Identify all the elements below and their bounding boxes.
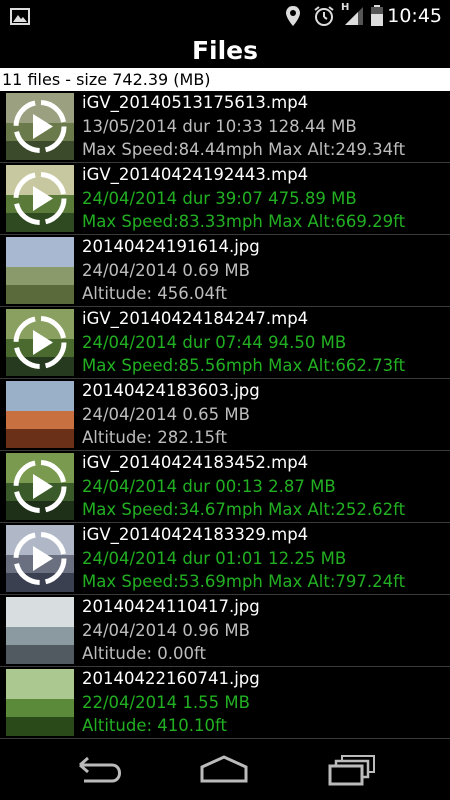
file-date-size: 24/04/2014 0.96 MB xyxy=(82,621,250,640)
file-stats: Max Speed:34.67mph Max Alt:252.62ft xyxy=(82,500,406,519)
signal-icon xyxy=(345,7,363,25)
clock: 10:45 xyxy=(387,5,442,27)
file-list-item[interactable]: iGV_20140424192443.mp4 24/04/2014 dur 39:… xyxy=(0,163,450,235)
file-date-size: 24/04/2014 dur 01:01 12.25 MB xyxy=(82,549,347,568)
file-date-size: 24/04/2014 0.65 MB xyxy=(82,405,250,424)
file-list-item[interactable]: 20140424110417.jpg 24/04/2014 0.96 MB Alti… xyxy=(0,595,450,667)
file-name: 20140424183603.jpg xyxy=(82,381,260,400)
file-date-size: 24/04/2014 dur 00:13 2.87 MB xyxy=(82,477,336,496)
navigation-bar xyxy=(0,739,450,800)
file-date-size: 22/04/2014 1.55 MB xyxy=(82,693,250,712)
status-bar: H 10:45 xyxy=(0,0,450,33)
photo-thumbnail xyxy=(6,597,74,664)
file-stats: Altitude: 410.10ft xyxy=(82,716,228,735)
play-icon xyxy=(13,316,67,369)
photo-thumbnail xyxy=(6,381,74,448)
play-icon xyxy=(13,172,67,225)
file-name: 20140424191614.jpg xyxy=(82,237,260,256)
file-list-item[interactable]: 20140422160741.jpg 22/04/2014 1.55 MB Alti… xyxy=(0,667,450,739)
photo-thumbnail xyxy=(6,669,74,736)
video-thumbnail xyxy=(6,453,74,520)
file-list-item[interactable]: iGV_20140424183452.mp4 24/04/2014 dur 00:… xyxy=(0,451,450,523)
file-date-size: 24/04/2014 dur 39:07 475.89 MB xyxy=(82,189,357,208)
files-summary: 11 files - size 742.39 (MB) xyxy=(0,68,450,91)
file-name: iGV_20140424184247.mp4 xyxy=(82,309,309,328)
file-list-item[interactable]: iGV_20140513175613.mp4 13/05/2014 dur 10:… xyxy=(0,91,450,163)
file-list[interactable]: iGV_20140513175613.mp4 13/05/2014 dur 10:… xyxy=(0,91,450,739)
recent-apps-icon[interactable] xyxy=(322,753,382,787)
file-name: iGV_20140424183329.mp4 xyxy=(82,525,309,544)
video-thumbnail xyxy=(6,93,74,160)
file-stats: Altitude: 0.00ft xyxy=(82,644,207,663)
file-stats: Max Speed:84.44mph Max Alt:249.34ft xyxy=(82,140,406,159)
file-list-item[interactable]: iGV_20140424184247.mp4 24/04/2014 dur 07:… xyxy=(0,307,450,379)
photo-thumbnail xyxy=(6,237,74,304)
battery-icon xyxy=(371,5,383,26)
page-title: Files xyxy=(191,36,259,65)
file-date-size: 24/04/2014 0.69 MB xyxy=(82,261,250,280)
file-date-size: 13/05/2014 dur 10:33 128.44 MB xyxy=(82,117,357,136)
file-stats: Max Speed:53.69mph Max Alt:797.24ft xyxy=(82,572,406,591)
file-list-item[interactable]: 20140424191614.jpg 24/04/2014 0.69 MB Alti… xyxy=(0,235,450,307)
app-title-bar: Files xyxy=(0,33,450,68)
file-stats: Max Speed:83.33mph Max Alt:669.29ft xyxy=(82,212,406,231)
play-icon xyxy=(13,532,67,585)
file-name: iGV_20140513175613.mp4 xyxy=(82,93,309,112)
image-notification-icon xyxy=(10,8,30,25)
play-icon xyxy=(13,100,67,153)
home-icon[interactable] xyxy=(194,753,254,787)
file-list-item[interactable]: 20140424183603.jpg 24/04/2014 0.65 MB Alti… xyxy=(0,379,450,451)
alarm-icon xyxy=(314,6,334,26)
back-icon[interactable] xyxy=(70,753,130,787)
play-icon xyxy=(13,460,67,513)
file-name: 20140424110417.jpg xyxy=(82,597,260,616)
file-stats: Altitude: 282.15ft xyxy=(82,428,228,447)
file-name: iGV_20140424192443.mp4 xyxy=(82,165,309,184)
file-list-item[interactable]: iGV_20140424183329.mp4 24/04/2014 dur 01:… xyxy=(0,523,450,595)
file-stats: Altitude: 456.04ft xyxy=(82,284,228,303)
video-thumbnail xyxy=(6,309,74,376)
file-date-size: 24/04/2014 dur 07:44 94.50 MB xyxy=(82,333,347,352)
file-name: 20140422160741.jpg xyxy=(82,669,260,688)
video-thumbnail xyxy=(6,525,74,592)
video-thumbnail xyxy=(6,165,74,232)
location-icon xyxy=(286,6,300,26)
file-stats: Max Speed:85.56mph Max Alt:662.73ft xyxy=(82,356,406,375)
file-name: iGV_20140424183452.mp4 xyxy=(82,453,309,472)
